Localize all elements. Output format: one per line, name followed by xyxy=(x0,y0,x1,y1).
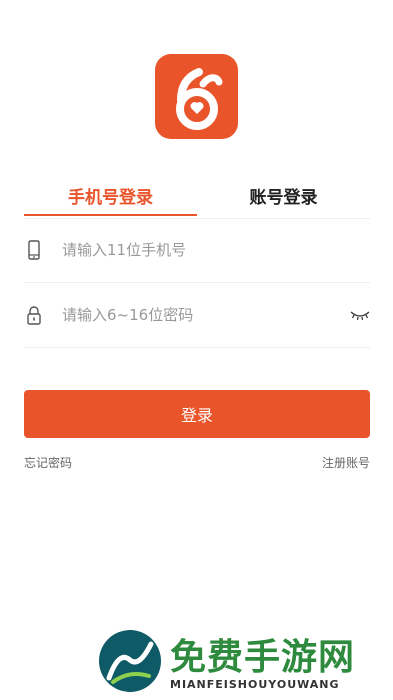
watermark-logo-icon xyxy=(99,630,161,692)
eye-closed-icon[interactable] xyxy=(350,307,370,321)
phone-field-row xyxy=(24,218,370,283)
phone-icon xyxy=(24,240,44,260)
app-logo-icon xyxy=(176,68,223,130)
watermark-subtitle: MIANFEISHOUYOUWANG xyxy=(170,678,340,691)
login-tabs: 手机号登录 账号登录 xyxy=(24,180,370,219)
tab-account-login[interactable]: 账号登录 xyxy=(197,180,370,218)
password-field-row xyxy=(24,283,370,348)
login-button[interactable]: 登录 xyxy=(24,390,370,438)
phone-input[interactable] xyxy=(62,236,322,264)
lock-icon xyxy=(24,305,44,325)
password-input[interactable] xyxy=(62,301,322,329)
app-logo xyxy=(155,54,238,139)
register-link[interactable]: 注册账号 xyxy=(322,454,370,471)
watermark-title: 免费手游网 xyxy=(170,637,356,678)
forgot-password-link[interactable]: 忘记密码 xyxy=(24,454,72,471)
tab-phone-login[interactable]: 手机号登录 xyxy=(24,180,197,218)
active-tab-indicator xyxy=(24,214,197,216)
